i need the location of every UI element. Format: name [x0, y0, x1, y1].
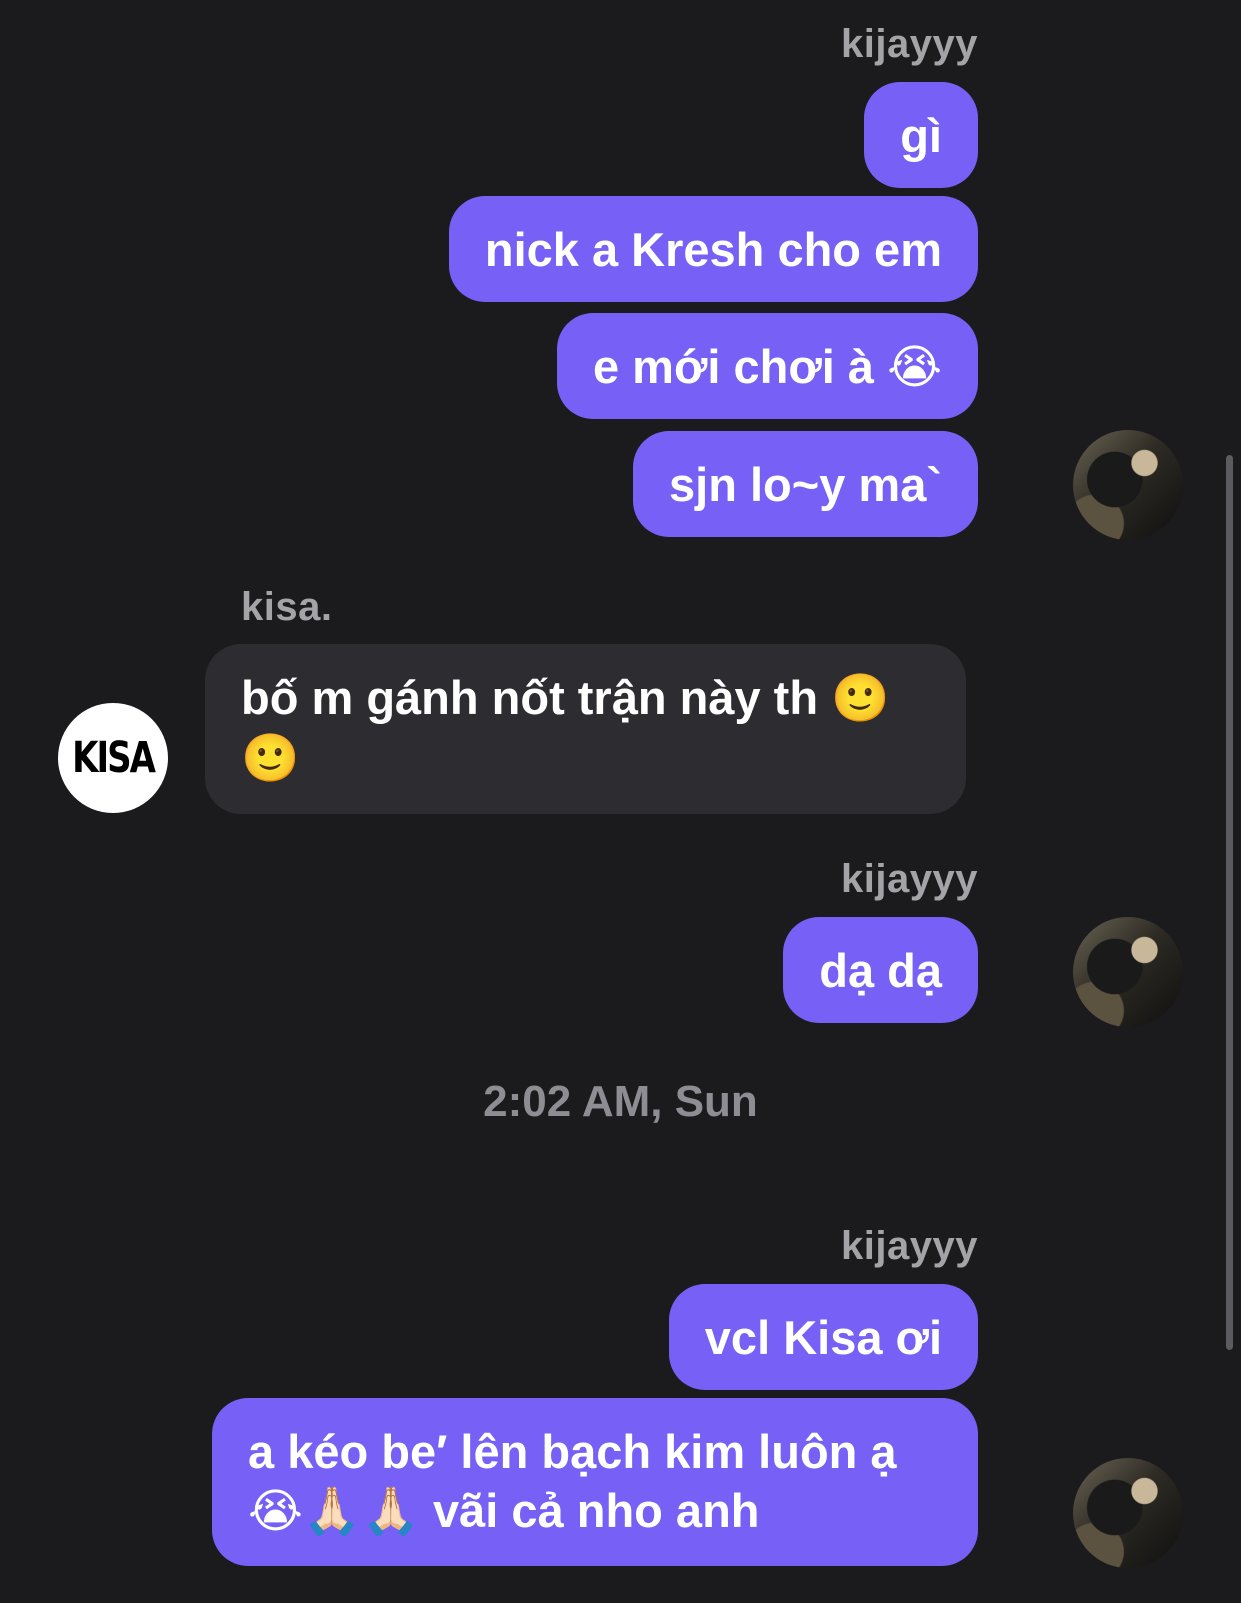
message-bubble[interactable]: sjn lo~y ma` [633, 431, 978, 537]
message-bubble[interactable]: a kéo be′ lên bạch kim luôn ạ 😭🙏🏻🙏🏻 vãi … [212, 1398, 978, 1566]
sender-name: kijayyy [841, 1224, 978, 1268]
kisa-logo-text: KISA [72, 733, 156, 783]
message-bubble[interactable]: vcl Kisa ơi [668, 1284, 978, 1390]
message-bubble[interactable]: nick a Kresh cho em [448, 196, 978, 302]
message-bubble[interactable]: dạ dạ [783, 917, 978, 1023]
message-bubble[interactable]: e mới chơi à 😭 [556, 313, 978, 419]
scrollbar[interactable] [1226, 455, 1233, 1350]
sender-name: kijayyy [841, 857, 978, 901]
timestamp: 2:02 AM, Sun [483, 1077, 758, 1126]
message-bubble[interactable]: bố m gánh nốt trận này th 🙂 🙂 [205, 644, 966, 814]
user-avatar[interactable] [1073, 917, 1183, 1027]
user-avatar[interactable] [1073, 1458, 1183, 1568]
user-avatar[interactable] [1073, 430, 1183, 540]
kisa-avatar[interactable]: KISA [58, 703, 168, 813]
message-bubble[interactable]: gì [864, 82, 978, 188]
sender-name: kisa. [241, 585, 333, 629]
sender-name: kijayyy [841, 22, 978, 66]
